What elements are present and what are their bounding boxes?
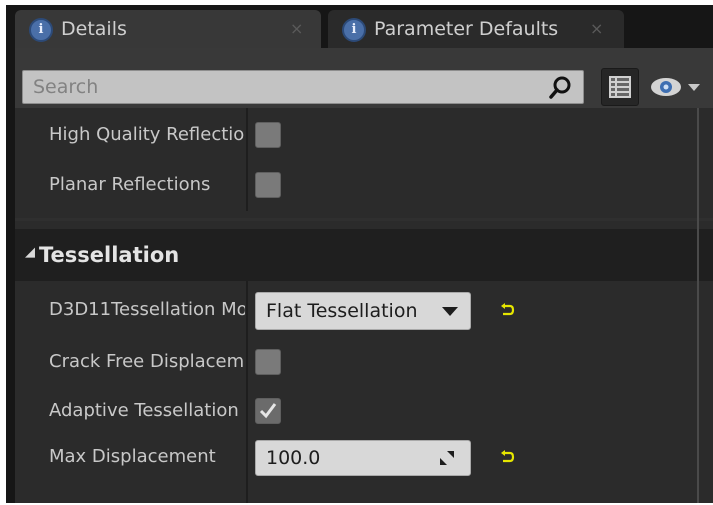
search-placeholder: Search	[33, 76, 99, 98]
category-tessellation[interactable]: ◢ Tessellation	[15, 229, 713, 281]
close-icon[interactable]: ×	[290, 10, 303, 48]
drag-handle-icon	[440, 451, 454, 465]
search-input[interactable]: Search	[22, 70, 584, 104]
tessellation-mode-value: Flat Tessellation	[266, 300, 418, 322]
chevron-down-icon	[442, 307, 458, 316]
reset-to-default-icon[interactable]	[501, 303, 515, 317]
high-quality-reflections-checkbox[interactable]	[255, 122, 281, 148]
planar-reflections-checkbox[interactable]	[255, 172, 281, 198]
expand-arrow-icon[interactable]: ◢	[25, 245, 35, 260]
details-window: i Details × i Parameter Defaults × Searc…	[6, 5, 713, 503]
tab-details[interactable]: i Details ×	[15, 10, 321, 48]
checkmark-icon	[259, 403, 277, 419]
crack-free-displacement-label: Crack Free Displacement	[49, 351, 245, 372]
tab-label: Parameter Defaults	[374, 18, 559, 40]
max-displacement-input[interactable]: 100.0	[255, 440, 471, 476]
adaptive-tessellation-checkbox[interactable]	[255, 398, 281, 424]
d3d11-tessellation-mode-label: D3D11Tessellation Mode	[49, 299, 245, 320]
eye-icon[interactable]	[644, 74, 710, 100]
tessellation-mode-dropdown[interactable]: Flat Tessellation	[255, 292, 471, 330]
planar-reflections-label: Planar Reflections	[49, 174, 211, 195]
close-icon[interactable]: ×	[590, 10, 603, 48]
magnifier-icon	[549, 76, 571, 99]
crack-free-displacement-checkbox[interactable]	[255, 349, 281, 375]
adaptive-tessellation-label: Adaptive Tessellation	[49, 400, 239, 421]
details-panel: Search High Quality Reflections Planar R…	[15, 48, 713, 503]
column-divider[interactable]	[246, 108, 248, 211]
view-options-button[interactable]	[601, 68, 639, 106]
reset-to-default-icon[interactable]	[501, 450, 515, 464]
column-divider[interactable]	[246, 281, 248, 503]
scrollbar[interactable]	[697, 108, 699, 503]
property-list: High Quality Reflections Planar Reflecti…	[15, 108, 713, 503]
grid-view-icon	[609, 76, 631, 98]
tab-label: Details	[61, 18, 127, 40]
max-displacement-label: Max Displacement	[49, 446, 216, 467]
info-icon: i	[342, 18, 366, 42]
tab-parameter-defaults[interactable]: i Parameter Defaults ×	[328, 10, 624, 48]
max-displacement-value: 100.0	[266, 447, 321, 469]
high-quality-reflections-label: High Quality Reflections	[49, 124, 245, 145]
info-icon: i	[29, 18, 53, 42]
category-title: Tessellation	[39, 243, 180, 267]
